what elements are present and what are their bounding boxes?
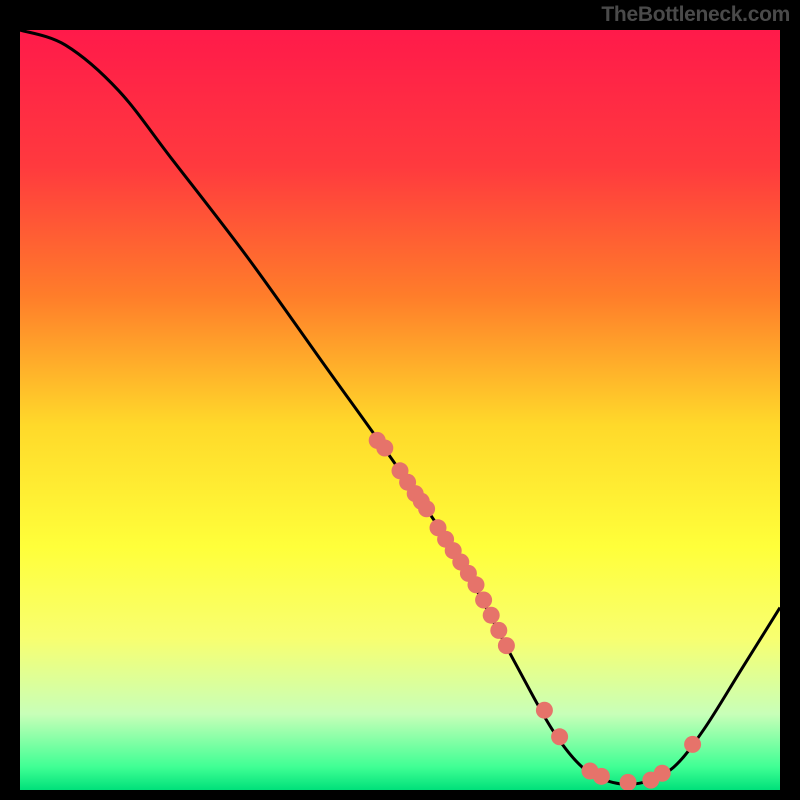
data-point bbox=[475, 592, 492, 609]
data-point bbox=[551, 728, 568, 745]
chart-plot-area bbox=[20, 30, 780, 790]
bottleneck-chart bbox=[20, 30, 780, 790]
data-point bbox=[468, 576, 485, 593]
data-point bbox=[498, 637, 515, 654]
data-point bbox=[593, 768, 610, 785]
data-point bbox=[483, 607, 500, 624]
data-point bbox=[654, 765, 671, 782]
data-point bbox=[536, 702, 553, 719]
chart-background bbox=[20, 30, 780, 790]
data-point bbox=[418, 500, 435, 517]
data-point bbox=[684, 736, 701, 753]
data-point bbox=[490, 622, 507, 639]
watermark-text: TheBottleneck.com bbox=[601, 3, 790, 27]
data-point bbox=[376, 440, 393, 457]
